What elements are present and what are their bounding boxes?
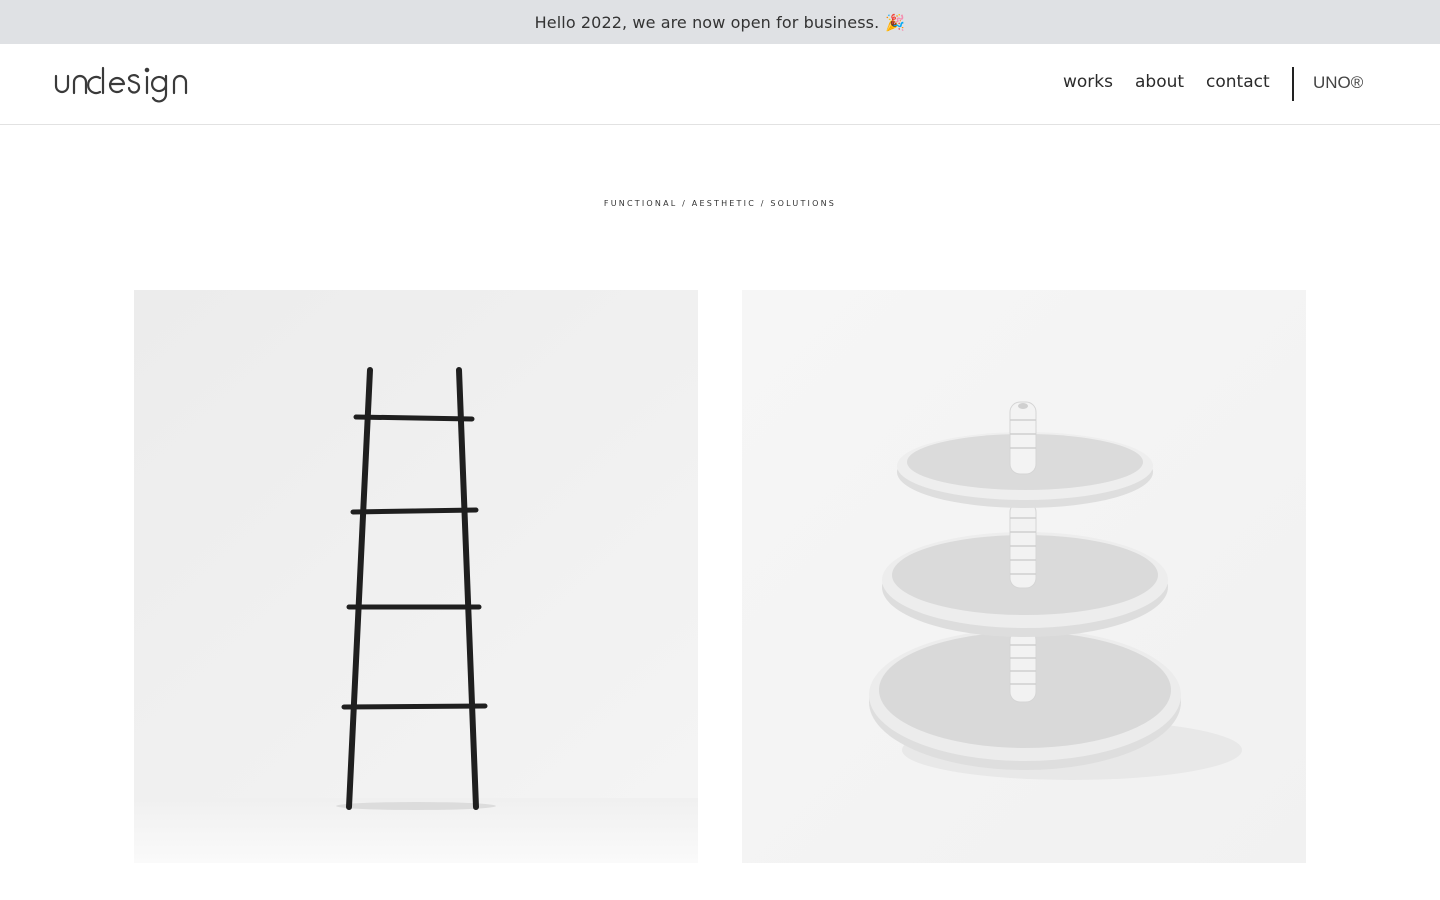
nav-uno-link[interactable]: UNO® — [1313, 73, 1363, 93]
hero-tagline: FUNCTIONAL / AESTHETIC / SOLUTIONS — [603, 199, 837, 208]
work-card-cake-stand[interactable] — [742, 290, 1306, 863]
site-header: works about contact UNO® — [0, 44, 1440, 125]
main-nav: works about contact UNO® — [0, 44, 1440, 124]
nav-works-link[interactable]: works — [1063, 72, 1113, 92]
ladder-image — [134, 290, 698, 863]
cake-stand-image — [742, 290, 1306, 863]
announcement-text: Hello 2022, we are now open for business… — [534, 12, 880, 32]
party-popper-icon: 🎉 — [885, 12, 906, 32]
work-card-ladder[interactable] — [134, 290, 698, 863]
nav-contact-link[interactable]: contact — [1206, 72, 1270, 92]
nav-about-link[interactable]: about — [1135, 72, 1184, 92]
announcement-bar: Hello 2022, we are now open for business… — [0, 0, 1440, 44]
nav-divider — [1292, 67, 1294, 101]
